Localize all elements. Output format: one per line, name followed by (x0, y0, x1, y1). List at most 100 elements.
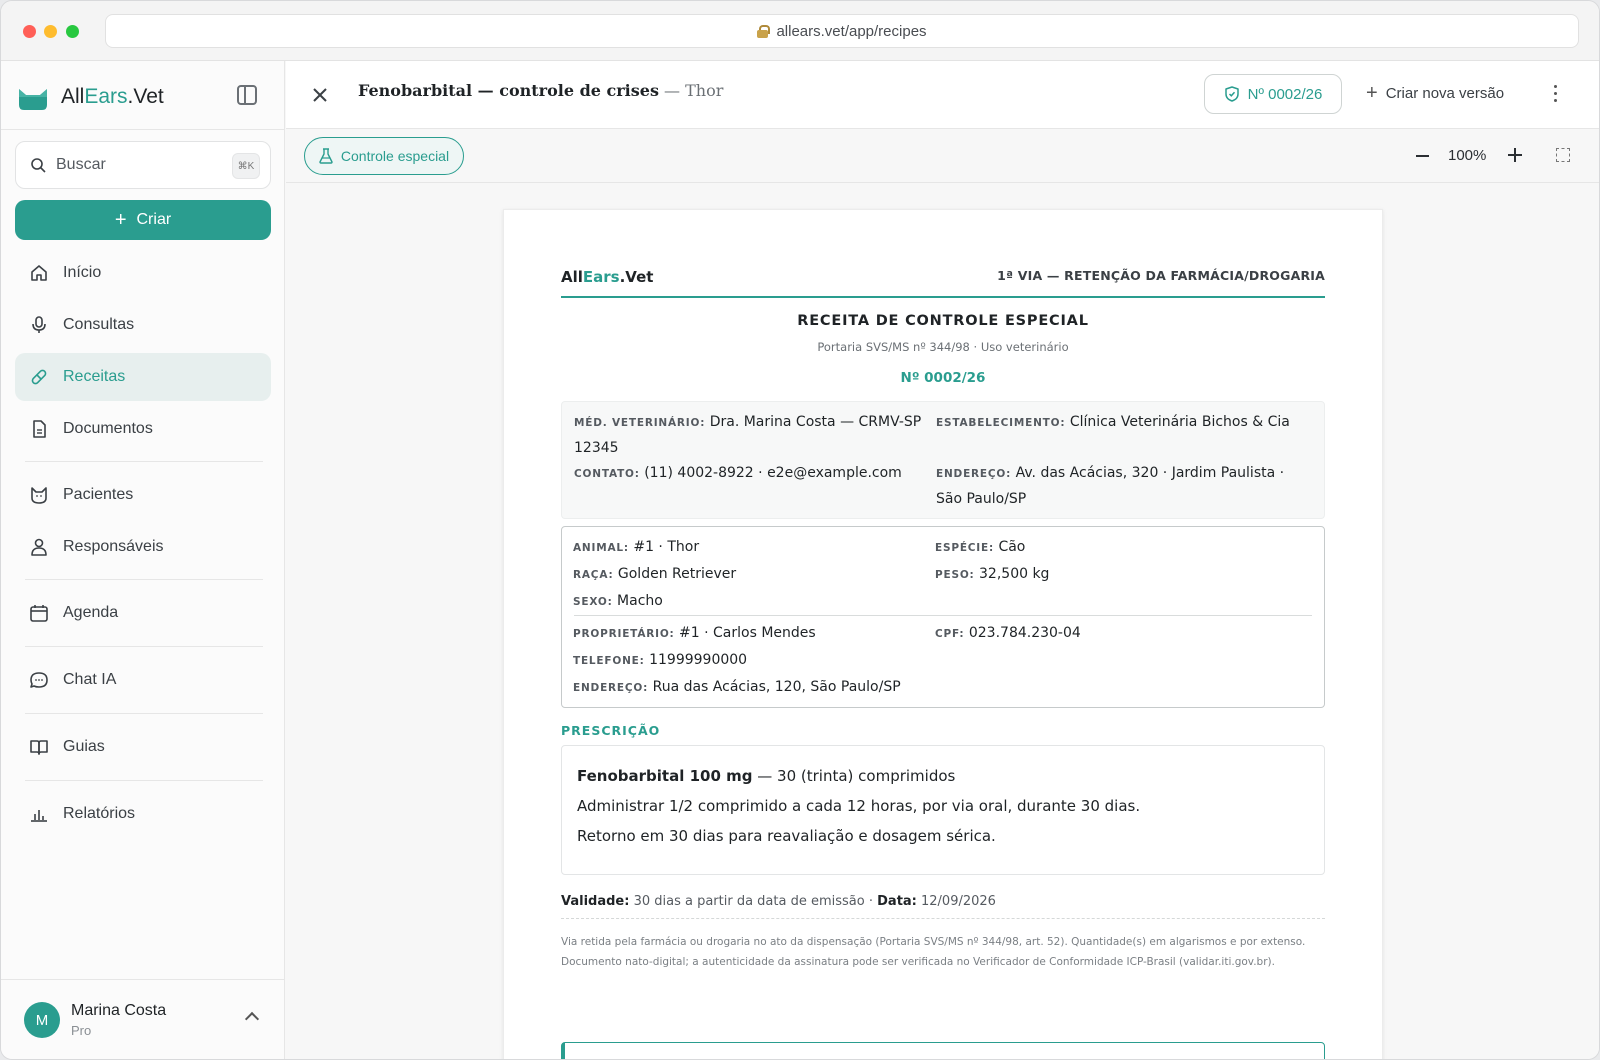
field-key: CPF: (935, 628, 965, 640)
avatar: M (24, 1002, 60, 1038)
sidebar-item-relatorios[interactable]: Relatórios (15, 790, 271, 838)
species-field: ESPÉCIE: Cão (935, 535, 1025, 561)
validity-value: 30 dias a partir da data de emissão · (629, 894, 878, 909)
document-heading: RECEITA DE CONTROLE ESPECIAL (797, 313, 1089, 329)
field-key: PROPRIETÁRIO: (573, 628, 675, 640)
prescription-box: Fenobarbital 100 mg — 30 (trinta) compri… (561, 745, 1325, 875)
phone-field: TELEFONE: 11999990000 (573, 648, 747, 674)
instructions: Administrar 1/2 comprimido a cada 12 hor… (577, 797, 1141, 815)
fullscreen-icon[interactable] (1556, 148, 1570, 162)
document-header-bar: AllEars.Vet 1ª VIA — RETENÇÃO DA FARMÁCI… (561, 266, 1325, 298)
create-label: Criar (136, 211, 172, 228)
date-key: Data: (877, 894, 917, 909)
zoom-out-button[interactable] (1416, 155, 1429, 157)
sidebar-item-consultas[interactable]: Consultas (15, 301, 271, 349)
animal-field: ANIMAL: #1 · Thor (573, 535, 699, 561)
cpf-field: CPF: 023.784.230-04 (935, 621, 1081, 647)
patient-info: ANIMAL: #1 · Thor RAÇA: Golden Retriever… (561, 526, 1325, 708)
badge-number: Nº 0002/26 (1247, 85, 1323, 103)
page-title: Fenobarbital — controle de crises — Thor (358, 81, 723, 100)
app-logo[interactable]: AllEars.Vet (17, 77, 164, 117)
field-value: 32,500 kg (979, 566, 1050, 582)
maximize-window-button[interactable] (66, 25, 79, 38)
divider (574, 615, 1312, 616)
person-icon (31, 538, 47, 556)
sidebar-item-label: Receitas (63, 368, 126, 385)
chip-label: Controle especial (340, 148, 450, 164)
controlled-substance-chip[interactable]: Controle especial (304, 137, 464, 175)
sidebar-item-label: Documentos (63, 420, 153, 437)
collapse-sidebar-icon[interactable] (237, 85, 257, 105)
field-key: ESPÉCIE: (935, 542, 994, 554)
field-value: 11999990000 (649, 652, 748, 668)
sidebar-item-agenda[interactable]: Agenda (15, 589, 271, 637)
recipe-number-badge[interactable]: Nº 0002/26 (1204, 74, 1342, 114)
create-button[interactable]: + Criar (15, 200, 271, 240)
divider (25, 780, 263, 781)
user-name: Marina Costa (71, 1002, 167, 1019)
book-icon (30, 740, 48, 755)
field-value: Rua das Acácias, 120, São Paulo/SP (652, 679, 901, 695)
divider (1, 129, 285, 130)
sidebar-item-label: Responsáveis (63, 538, 164, 555)
field-value: Golden Retriever (617, 566, 737, 582)
field-key: CONTATO: (574, 468, 640, 480)
new-version-label: Criar nova versão (1385, 84, 1505, 102)
divider (25, 461, 263, 462)
document-icon (33, 420, 46, 438)
field-value: 023.784.230-04 (968, 625, 1081, 641)
sidebar-item-guias[interactable]: Guias (15, 723, 271, 771)
sidebar-item-inicio[interactable]: Início (15, 249, 271, 297)
user-menu[interactable]: M Marina Costa Pro (1, 979, 285, 1059)
issuer-info: MÉD. VETERINÁRIO: Dra. Marina Costa — CR… (561, 401, 1325, 519)
brand-ears: Ears (84, 85, 128, 108)
sidebar-item-label: Chat IA (63, 671, 117, 688)
sidebar-item-documentos[interactable]: Documentos (15, 405, 271, 453)
calendar-icon (30, 605, 48, 622)
brand-all: All (61, 85, 85, 108)
regulation-note: Portaria SVS/MS nº 344/98 · Uso veteriná… (817, 340, 1069, 354)
owner-field: PROPRIETÁRIO: #1 · Carlos Mendes (573, 621, 816, 647)
drug-quantity: — 30 (trinta) comprimidos (752, 767, 956, 785)
minimize-window-button[interactable] (44, 25, 57, 38)
sidebar-item-receitas[interactable]: Receitas (15, 353, 271, 401)
lock-icon (757, 25, 771, 38)
field-key: ENDEREÇO: (936, 468, 1012, 480)
search-icon (31, 158, 46, 173)
document-number: Nº 0002/26 (900, 370, 986, 386)
document-logo: AllEars.Vet (561, 268, 653, 286)
zoom-in-button[interactable] (1508, 148, 1522, 162)
field-key: ENDEREÇO: (573, 682, 649, 694)
doc-brand-ears: Ears (582, 268, 620, 286)
field-key: RAÇA: (573, 569, 614, 581)
field-key: PESO: (935, 569, 975, 581)
close-window-button[interactable] (23, 25, 36, 38)
field-key: TELEFONE: (573, 655, 645, 667)
more-options-icon[interactable] (1554, 85, 1558, 103)
followup-note: Retorno em 30 dias para reavaliação e do… (577, 827, 996, 845)
document-header: Fenobarbital — controle de crises — Thor… (286, 61, 1599, 129)
divider (25, 646, 263, 647)
sidebar-item-responsaveis[interactable]: Responsáveis (15, 523, 271, 571)
search-input[interactable]: Buscar ⌘K (15, 141, 271, 189)
field-value: Clínica Veterinária Bichos & Cia (1069, 414, 1290, 430)
shield-check-icon (1224, 86, 1239, 102)
cat-logo-icon (19, 89, 47, 110)
new-version-button[interactable]: + Criar nova versão (1366, 83, 1504, 103)
field-key: SEXO: (573, 596, 613, 608)
owner-address-field: ENDEREÇO: Rua das Acácias, 120, São Paul… (573, 675, 901, 701)
breed-field: RAÇA: Golden Retriever (573, 562, 736, 588)
shortcut-badge: ⌘K (232, 153, 260, 179)
field-key: MÉD. VETERINÁRIO: (574, 417, 706, 429)
doc-brand-vet: .Vet (619, 268, 654, 286)
address-bar[interactable]: allears.vet/app/recipes (105, 14, 1579, 48)
chevron-up-icon[interactable] (244, 1011, 260, 1027)
field-value: #1 · Thor (633, 539, 700, 555)
sidebar-item-pacientes[interactable]: Pacientes (15, 471, 271, 519)
document-page: AllEars.Vet 1ª VIA — RETENÇÃO DA FARMÁCI… (503, 209, 1383, 1059)
field-key: ESTABELECIMENTO: (936, 417, 1066, 429)
close-icon[interactable] (308, 83, 332, 107)
sidebar-item-chat-ia[interactable]: Chat IA (15, 656, 271, 704)
plus-icon: + (114, 209, 127, 231)
app-window: allears.vet/app/recipes AllEars.Vet Busc… (0, 0, 1600, 1060)
